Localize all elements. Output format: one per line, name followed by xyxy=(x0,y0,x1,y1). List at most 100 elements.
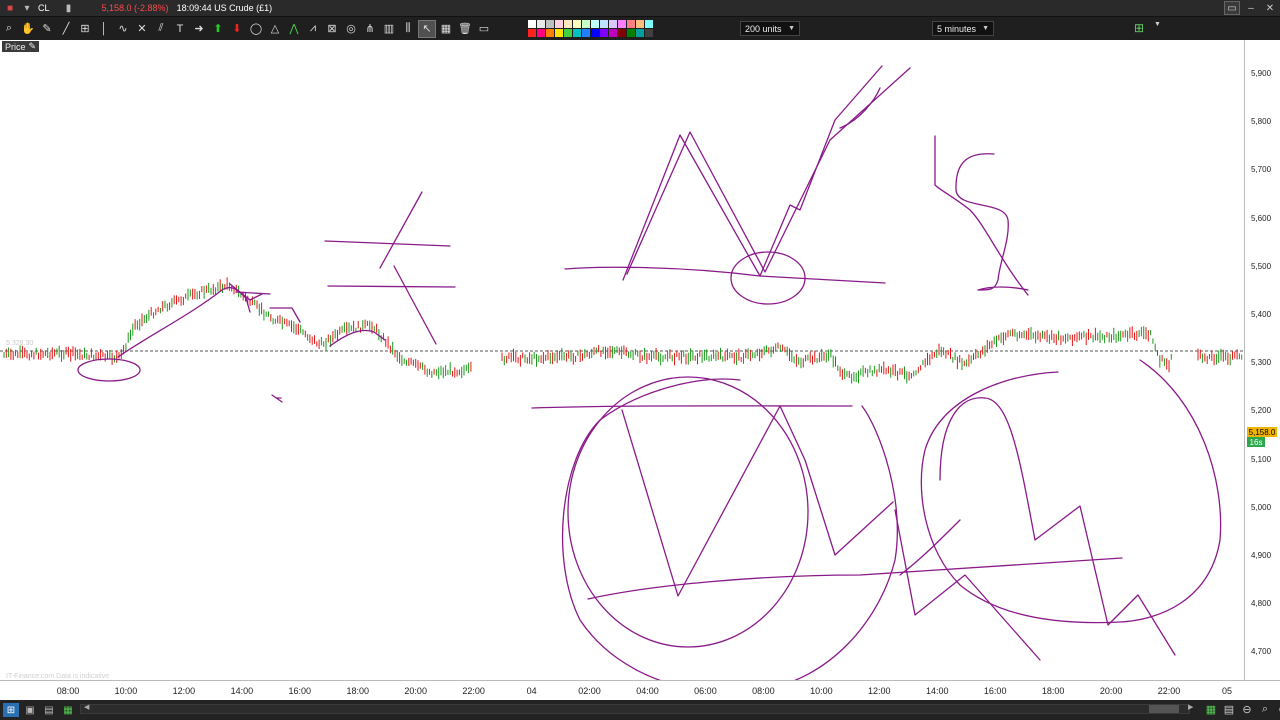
scroll-right-icon[interactable]: ▶ xyxy=(1188,703,1193,711)
chevron-down-icon: ▼ xyxy=(788,25,795,32)
cross-icon[interactable]: ✕ xyxy=(133,20,151,38)
hand-icon[interactable]: ✋ xyxy=(19,20,37,38)
palette-swatch[interactable] xyxy=(564,20,572,28)
arrow-right-icon[interactable]: ➜ xyxy=(190,20,208,38)
gann-icon[interactable]: ⊠ xyxy=(323,20,341,38)
time-instrument: 18:09:44 US Crude (£1) xyxy=(176,3,273,13)
palette-swatch[interactable] xyxy=(537,29,545,37)
annotation-stroke xyxy=(934,135,1029,296)
palette-swatch[interactable] xyxy=(555,20,563,28)
grid-icon[interactable]: ▦ xyxy=(437,20,455,38)
arc-icon[interactable]: ◎ xyxy=(342,20,360,38)
palette-swatch[interactable] xyxy=(546,29,554,37)
scroll-thumb[interactable] xyxy=(1149,705,1179,713)
zigzag-icon[interactable]: ⋀ xyxy=(285,20,303,38)
palette-swatch[interactable] xyxy=(645,29,653,37)
triangle-icon[interactable]: △ xyxy=(266,20,284,38)
time-axis-label: 04:00 xyxy=(636,686,659,696)
palette-swatch[interactable] xyxy=(627,29,635,37)
time-axis-label: 20:00 xyxy=(404,686,427,696)
price-axis-label: 5,400 xyxy=(1251,310,1272,319)
annotation-stroke xyxy=(955,153,1029,291)
zoom-fit-icon[interactable]: ⌕ xyxy=(1256,701,1274,717)
pattern-icon[interactable]: ⩘ xyxy=(304,20,322,38)
windows-icon[interactable]: ⊞ xyxy=(3,703,19,717)
fib-icon[interactable]: ⊞ xyxy=(76,20,94,38)
palette-swatch[interactable] xyxy=(618,20,626,28)
price-axis-label: 5,900 xyxy=(1251,69,1272,78)
palette-swatch[interactable] xyxy=(546,20,554,28)
zoom-out-icon[interactable]: ⊖ xyxy=(1238,701,1256,717)
price-chart[interactable] xyxy=(0,40,1244,680)
rectangle-icon[interactable]: ▭ xyxy=(475,20,493,38)
palette-swatch[interactable] xyxy=(591,29,599,37)
zoom-icon[interactable]: ⌕ xyxy=(0,20,18,38)
palette-swatch[interactable] xyxy=(528,20,536,28)
list-icon[interactable]: ▤ xyxy=(41,703,57,717)
palette-swatch[interactable] xyxy=(600,20,608,28)
bars-icon[interactable]: ▥ xyxy=(380,20,398,38)
text-icon[interactable]: T xyxy=(171,20,189,38)
channel-icon[interactable]: ⫽ xyxy=(152,20,170,38)
menu-icon[interactable]: ▾ xyxy=(20,1,34,15)
price-axis-label: 4,900 xyxy=(1251,551,1272,560)
trash-icon[interactable]: 🗑 xyxy=(456,20,474,38)
time-axis-label: 12:00 xyxy=(868,686,891,696)
chevron-down-icon[interactable]: ▼ xyxy=(1154,21,1161,28)
palette-swatch[interactable] xyxy=(609,20,617,28)
scroll-left-icon[interactable]: ◀ xyxy=(84,703,89,711)
ellipse-icon[interactable]: ◯ xyxy=(247,20,265,38)
palette-swatch[interactable] xyxy=(573,20,581,28)
time-axis[interactable]: 08:00 10:00 12:00 14:00 16:00 18:00 20:00 22:00… xyxy=(0,680,1280,700)
time-scrollbar[interactable] xyxy=(80,704,1190,714)
palette-swatch[interactable] xyxy=(537,20,545,28)
chart-settings-icon[interactable]: ▦ xyxy=(1202,701,1220,717)
green-grid-icon[interactable]: ▦ xyxy=(60,703,76,717)
time-axis-label: 18:00 xyxy=(346,686,370,696)
palette-swatch[interactable] xyxy=(645,20,653,28)
palette-swatch[interactable] xyxy=(582,20,590,28)
color-palette[interactable] xyxy=(528,20,653,37)
palette-swatch[interactable] xyxy=(627,20,635,28)
arrow-down-icon[interactable]: ⬇ xyxy=(228,20,246,38)
price-axis[interactable]: 5,900 5,800 5,700 5,600 5,500 5,400 5,300 5,200… xyxy=(1244,40,1280,680)
price-tag[interactable]: Price ✎ xyxy=(2,41,40,52)
price-axis-label: 5,300 xyxy=(1251,358,1272,368)
price-axis-label: 5,000 xyxy=(1251,502,1272,512)
app-icon[interactable]: ■ xyxy=(3,1,17,15)
close-icon[interactable]: ✕ xyxy=(1262,1,1278,15)
time-axis-label: 02:00 xyxy=(578,686,601,696)
annotation-stroke xyxy=(379,191,423,269)
pitchfork-icon[interactable]: ⋔ xyxy=(361,20,379,38)
line-icon[interactable]: ╱ xyxy=(57,20,75,38)
palette-swatch[interactable] xyxy=(564,29,572,37)
candles-layer xyxy=(3,277,1243,384)
minimize-icon[interactable]: – xyxy=(1243,1,1259,15)
palette-swatch[interactable] xyxy=(636,20,644,28)
restore-icon[interactable]: ▭ xyxy=(1224,1,1240,15)
cursor-icon[interactable]: ↖ xyxy=(418,19,436,38)
palette-swatch[interactable] xyxy=(573,29,581,37)
annotations-layer xyxy=(77,65,1222,680)
palette-swatch[interactable] xyxy=(600,29,608,37)
palette-swatch[interactable] xyxy=(582,29,590,37)
ruler-icon[interactable]: ⫼ xyxy=(399,20,417,38)
chart-icon[interactable]: ▮ xyxy=(62,1,76,15)
palette-swatch[interactable] xyxy=(591,20,599,28)
palette-swatch[interactable] xyxy=(555,29,563,37)
interval-select[interactable]: 5 minutes ▼ xyxy=(932,21,994,36)
palette-swatch[interactable] xyxy=(609,29,617,37)
units-select[interactable]: 200 units ▼ xyxy=(740,21,800,36)
palette-swatch[interactable] xyxy=(618,29,626,37)
grid-view-icon[interactable]: ▤ xyxy=(1220,701,1238,717)
pencil-icon[interactable]: ✎ xyxy=(38,20,56,38)
wave-icon[interactable]: ∿ xyxy=(114,20,132,38)
arrow-up-icon[interactable]: ⬆ xyxy=(209,20,227,38)
indicator-icon[interactable]: ⊞ xyxy=(1128,20,1150,36)
zoom-in-icon[interactable]: ⊕ xyxy=(1274,701,1280,717)
watermark: IT-Finance.com Data is indicative xyxy=(6,673,110,680)
vertical-line-icon[interactable]: │ xyxy=(95,20,113,38)
layout-icon[interactable]: ▣ xyxy=(22,703,38,717)
palette-swatch[interactable] xyxy=(636,29,644,37)
palette-swatch[interactable] xyxy=(528,29,536,37)
